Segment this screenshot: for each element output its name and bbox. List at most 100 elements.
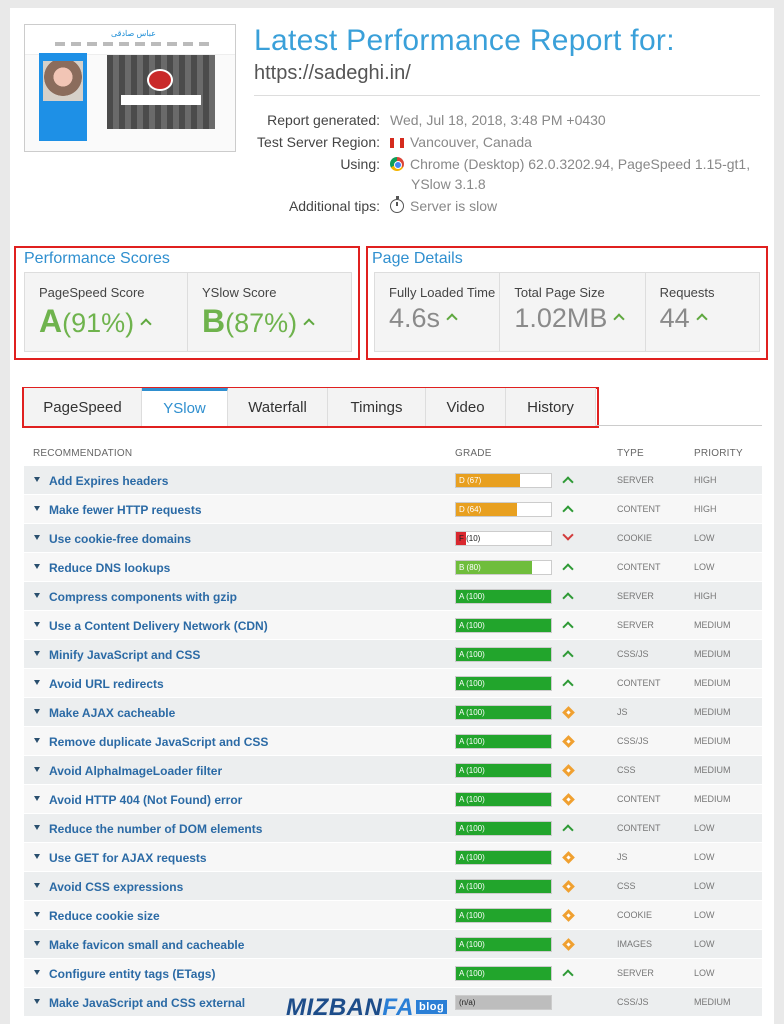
page-size-card[interactable]: Total Page Size 1.02MB (500, 273, 646, 351)
grade-text: A (100) (459, 824, 485, 833)
expand-caret-icon[interactable] (34, 767, 40, 772)
table-row[interactable]: Make fewer HTTP requests D (64) CONTENT HIG… (24, 495, 762, 524)
expand-caret-icon[interactable] (34, 622, 40, 627)
header-recommendation[interactable]: RECOMMENDATION (33, 448, 132, 459)
recommendation-name[interactable]: Make fewer HTTP requests (49, 503, 202, 517)
expand-caret-icon[interactable] (34, 999, 40, 1004)
type-cell: CSS (617, 881, 636, 891)
recommendation-name[interactable]: Avoid HTTP 404 (Not Found) error (49, 793, 242, 807)
tab-pagespeed[interactable]: PageSpeed (24, 388, 142, 426)
expand-caret-icon[interactable] (34, 680, 40, 685)
grade-bar: A (100) (455, 966, 552, 981)
table-row[interactable]: Use GET for AJAX requests A (100) JS LOW (24, 843, 762, 872)
recommendation-name[interactable]: Add Expires headers (49, 474, 168, 488)
table-row[interactable]: Minify JavaScript and CSS A (100) CSS/JS ME… (24, 640, 762, 669)
table-row[interactable]: Compress components with gzip A (100) SERV… (24, 582, 762, 611)
recommendation-name[interactable]: Use cookie-free domains (49, 532, 191, 546)
recommendation-name[interactable]: Make AJAX cacheable (49, 706, 175, 720)
table-row[interactable]: Reduce DNS lookups B (80) CONTENT LOW (24, 553, 762, 582)
header-grade[interactable]: GRADE (455, 448, 492, 459)
expand-caret-icon[interactable] (34, 477, 40, 482)
grade-text: A (100) (459, 708, 485, 717)
priority-cell: MEDIUM (694, 678, 731, 688)
recommendation-name[interactable]: Use a Content Delivery Network (CDN) (49, 619, 268, 633)
expand-caret-icon[interactable] (34, 593, 40, 598)
expand-caret-icon[interactable] (34, 651, 40, 656)
table-row[interactable]: Make favicon small and cacheable A (100) I… (24, 930, 762, 959)
meta-value-region: Vancouver, Canada (410, 134, 532, 150)
meta-value-using-2: YSlow 3.1.8 (411, 176, 486, 192)
recommendation-name[interactable]: Make JavaScript and CSS external (49, 996, 245, 1010)
priority-cell: LOW (694, 968, 715, 978)
grade-bar: D (64) (455, 502, 552, 517)
header-type[interactable]: TYPE (617, 448, 644, 459)
expand-caret-icon[interactable] (34, 535, 40, 540)
tab-video[interactable]: Video (426, 388, 506, 426)
recommendation-name[interactable]: Minify JavaScript and CSS (49, 648, 200, 662)
table-row[interactable]: Configure entity tags (ETags) A (100) SERV… (24, 959, 762, 988)
grade-text: A (100) (459, 795, 485, 804)
table-row[interactable]: Add Expires headers D (67) SERVER HIGH (24, 466, 762, 495)
expand-caret-icon[interactable] (34, 709, 40, 714)
recommendation-name[interactable]: Reduce the number of DOM elements (49, 822, 262, 836)
tab-history[interactable]: History (506, 388, 596, 426)
expand-caret-icon[interactable] (34, 970, 40, 975)
tab-waterfall[interactable]: Waterfall (228, 388, 328, 426)
priority-cell: HIGH (694, 504, 717, 514)
pagespeed-score-card[interactable]: PageSpeed Score A(91%) (25, 273, 188, 351)
table-row[interactable]: Avoid CSS expressions A (100) CSS LOW (24, 872, 762, 901)
table-row[interactable]: Reduce the number of DOM elements A (100)… (24, 814, 762, 843)
tab-yslow[interactable]: YSlow (142, 388, 228, 426)
priority-cell: MEDIUM (694, 794, 731, 804)
expand-caret-icon[interactable] (34, 506, 40, 511)
expand-caret-icon[interactable] (34, 825, 40, 830)
arrow-up-icon (562, 824, 574, 836)
table-row[interactable]: Avoid AlphaImageLoader filter A (100) CSS M… (24, 756, 762, 785)
arrow-down-icon (562, 529, 574, 541)
table-row[interactable]: Avoid URL redirects A (100) CONTENT MEDIUM (24, 669, 762, 698)
grade-bar: F (10) (455, 531, 552, 546)
grade-bar: A (100) (455, 734, 552, 749)
fully-loaded-card[interactable]: Fully Loaded Time 4.6s (375, 273, 501, 351)
table-row[interactable]: Avoid HTTP 404 (Not Found) error A (100) C… (24, 785, 762, 814)
recommendation-name[interactable]: Reduce DNS lookups (49, 561, 170, 575)
tab-timings[interactable]: Timings (328, 388, 426, 426)
table-row[interactable]: Reduce cookie size A (100) COOKIE LOW (24, 901, 762, 930)
requests-label: Requests (659, 285, 715, 300)
recommendation-name[interactable]: Avoid CSS expressions (49, 880, 183, 894)
type-cell: CSS/JS (617, 649, 649, 659)
recommendation-name[interactable]: Reduce cookie size (49, 909, 160, 923)
requests-card[interactable]: Requests 44 (646, 273, 759, 351)
expand-caret-icon[interactable] (34, 564, 40, 569)
report-url[interactable]: https://sadeghi.in/ (254, 62, 411, 85)
recommendation-name[interactable]: Use GET for AJAX requests (49, 851, 207, 865)
recommendation-name[interactable]: Make favicon small and cacheable (49, 938, 244, 952)
type-cell: CONTENT (617, 562, 661, 572)
table-row[interactable]: Use a Content Delivery Network (CDN) A (1… (24, 611, 762, 640)
grade-bar: A (100) (455, 676, 552, 691)
grade-text: A (100) (459, 737, 485, 746)
table-row[interactable]: Remove duplicate JavaScript and CSS A (10… (24, 727, 762, 756)
recommendation-name[interactable]: Compress components with gzip (49, 590, 237, 604)
priority-cell: MEDIUM (694, 649, 731, 659)
recommendation-name[interactable]: Avoid AlphaImageLoader filter (49, 764, 222, 778)
expand-caret-icon[interactable] (34, 941, 40, 946)
recommendation-name[interactable]: Avoid URL redirects (49, 677, 164, 691)
requests-value: 44 (659, 303, 690, 333)
header-priority[interactable]: PRIORITY (694, 448, 743, 459)
expand-caret-icon[interactable] (34, 854, 40, 859)
meta-label-region: Test Server Region: (257, 134, 380, 150)
yslow-score-card[interactable]: YSlow Score B(87%) (188, 273, 351, 351)
recommendation-name[interactable]: Configure entity tags (ETags) (49, 967, 215, 981)
recommendation-name[interactable]: Remove duplicate JavaScript and CSS (49, 735, 268, 749)
yslow-score-label: YSlow Score (202, 285, 277, 300)
site-thumbnail[interactable]: عباس صادقی (24, 24, 236, 152)
pagespeed-score-label: PageSpeed Score (39, 285, 145, 300)
priority-cell: MEDIUM (694, 765, 731, 775)
table-row[interactable]: Use cookie-free domains F (10) COOKIE LOW (24, 524, 762, 553)
expand-caret-icon[interactable] (34, 883, 40, 888)
expand-caret-icon[interactable] (34, 738, 40, 743)
expand-caret-icon[interactable] (34, 912, 40, 917)
expand-caret-icon[interactable] (34, 796, 40, 801)
table-row[interactable]: Make AJAX cacheable A (100) JS MEDIUM (24, 698, 762, 727)
